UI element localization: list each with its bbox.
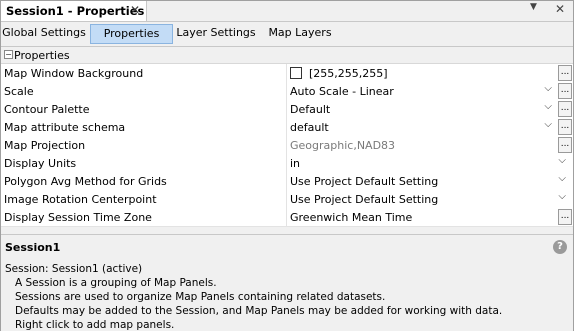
- dropdown-arrow-icon[interactable]: ⌵: [544, 101, 552, 112]
- close-icon[interactable]: ✕: [130, 3, 140, 17]
- property-name: Display Units: [4, 157, 77, 170]
- pane-close-icon[interactable]: ✕: [555, 2, 565, 16]
- color-swatch[interactable]: [290, 67, 302, 79]
- settings-tab-strip: Global Settings Properties Layer Setting…: [1, 22, 573, 44]
- dropdown-arrow-icon[interactable]: ⌵: [558, 173, 566, 184]
- ellipsis-button[interactable]: ...: [558, 65, 572, 81]
- ellipsis-button[interactable]: ...: [558, 209, 572, 225]
- dropdown-arrow-icon[interactable]: ⌵: [544, 83, 552, 94]
- category-header[interactable]: − Properties: [1, 47, 573, 64]
- ellipsis-button[interactable]: ...: [558, 119, 572, 135]
- property-value: Use Project Default Setting: [290, 175, 439, 188]
- property-value: [255,255,255]: [309, 67, 388, 80]
- property-name: Map attribute schema: [4, 121, 126, 134]
- ellipsis-button[interactable]: ...: [558, 101, 572, 117]
- display-units-dropdown[interactable]: ⌵: [287, 154, 570, 171]
- ellipsis-button[interactable]: ...: [558, 83, 572, 99]
- help-title: Session1: [5, 241, 61, 254]
- property-name: Map Projection: [4, 139, 86, 152]
- property-row-contour-palette[interactable]: Contour Palette ⌵ Default ...: [1, 100, 573, 119]
- chevron-down-icon[interactable]: ▼: [530, 2, 537, 12]
- properties-window: Session1 - Properties ✕ ▼ ✕ Global Setti…: [0, 0, 574, 331]
- property-row-map-attribute-schema[interactable]: Map attribute schema ⌵ default ...: [1, 118, 573, 137]
- property-row-polygon-avg-method[interactable]: Polygon Avg Method for Grids ⌵ Use Proje…: [1, 172, 573, 191]
- title-bar: Session1 - Properties ✕ ▼ ✕: [1, 1, 573, 22]
- property-row-map-window-background[interactable]: Map Window Background [255,255,255] ...: [1, 64, 573, 83]
- help-line: Session: Session1 (active): [5, 263, 143, 275]
- property-row-image-rotation-centerpoint[interactable]: Image Rotation Centerpoint ⌵ Use Project…: [1, 190, 573, 209]
- document-tab[interactable]: Session1 - Properties ✕: [1, 1, 147, 21]
- property-name: Contour Palette: [4, 103, 90, 116]
- property-grid: − Properties Map Window Background [255,…: [1, 46, 573, 227]
- property-value: Geographic,NAD83: [290, 139, 396, 152]
- dropdown-arrow-icon[interactable]: ⌵: [558, 155, 566, 166]
- help-line: Right click to add map panels.: [15, 319, 175, 331]
- property-value: default: [290, 121, 329, 134]
- property-row-scale[interactable]: Scale ⌵ Auto Scale - Linear ...: [1, 82, 573, 101]
- property-value: Use Project Default Setting: [290, 193, 439, 206]
- collapse-icon[interactable]: −: [4, 50, 13, 59]
- property-name: Map Window Background: [4, 67, 144, 80]
- property-row-map-projection[interactable]: Map Projection Geographic,NAD83 ...: [1, 136, 573, 155]
- property-value: Default: [290, 103, 331, 116]
- column-divider: [286, 64, 287, 82]
- dropdown-arrow-icon[interactable]: ⌵: [558, 191, 566, 202]
- help-line: Defaults may be added to the Session, an…: [15, 305, 503, 317]
- help-line: Sessions are used to organize Map Panels…: [15, 291, 386, 303]
- dropdown-arrow-icon[interactable]: ⌵: [544, 119, 552, 130]
- document-tab-title: Session1 - Properties: [6, 4, 145, 18]
- property-value: Greenwich Mean Time: [290, 211, 413, 224]
- column-divider: [286, 208, 287, 226]
- property-name: Image Rotation Centerpoint: [4, 193, 157, 206]
- tab-map-layers[interactable]: Map Layers: [261, 24, 339, 42]
- ellipsis-button[interactable]: ...: [558, 137, 572, 153]
- help-pane: Session1 ? Session: Session1 (active) A …: [1, 234, 573, 331]
- tab-layer-settings[interactable]: Layer Settings: [173, 24, 259, 42]
- property-name: Scale: [4, 85, 34, 98]
- tab-properties[interactable]: Properties: [90, 24, 173, 44]
- property-name: Display Session Time Zone: [4, 211, 152, 224]
- property-row-display-units[interactable]: Display Units ⌵ in: [1, 154, 573, 173]
- property-row-display-session-time-zone[interactable]: Display Session Time Zone Greenwich Mean…: [1, 208, 573, 227]
- column-divider: [286, 136, 287, 154]
- category-label: Properties: [14, 49, 70, 62]
- property-name: Polygon Avg Method for Grids: [4, 175, 167, 188]
- tab-global-settings[interactable]: Global Settings: [2, 24, 86, 42]
- help-icon[interactable]: ?: [553, 240, 567, 254]
- property-value: Auto Scale - Linear: [290, 85, 394, 98]
- help-line: A Session is a grouping of Map Panels.: [15, 277, 217, 289]
- property-value: in: [290, 157, 301, 170]
